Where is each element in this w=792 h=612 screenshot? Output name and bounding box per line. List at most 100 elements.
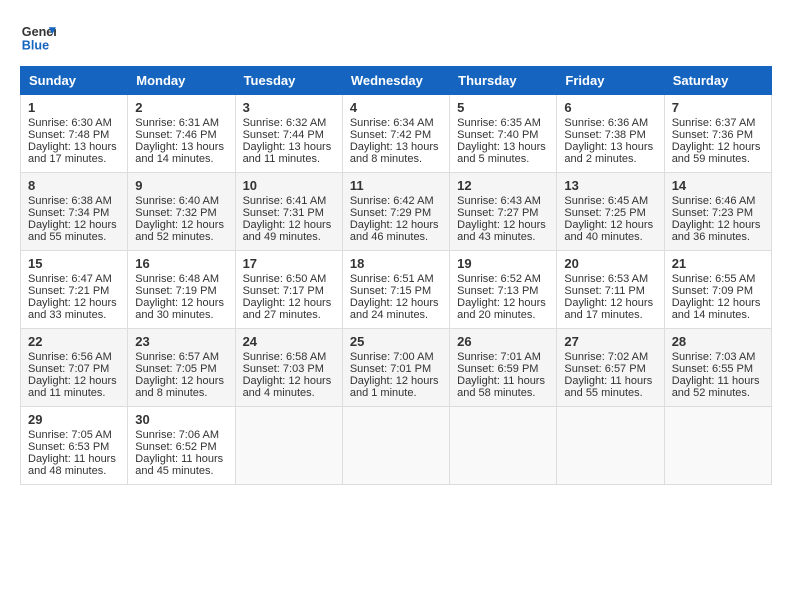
sunset: Sunset: 7:23 PM <box>672 207 753 219</box>
daylight-label: Daylight: 13 hours and 11 minutes. <box>243 141 332 165</box>
sunset: Sunset: 6:52 PM <box>135 441 216 453</box>
daylight-label: Daylight: 11 hours and 45 minutes. <box>135 453 223 477</box>
day-cell-21: 21 Sunrise: 6:55 AM Sunset: 7:09 PM Dayl… <box>664 251 771 329</box>
sunset: Sunset: 7:44 PM <box>243 129 324 141</box>
daylight-label: Daylight: 12 hours and 59 minutes. <box>672 141 761 165</box>
header-friday: Friday <box>557 67 664 95</box>
week-row: 15 Sunrise: 6:47 AM Sunset: 7:21 PM Dayl… <box>21 251 772 329</box>
day-number: 8 <box>28 178 120 193</box>
sunrise: Sunrise: 6:46 AM <box>672 195 756 207</box>
day-number: 7 <box>672 100 764 115</box>
header-tuesday: Tuesday <box>235 67 342 95</box>
svg-text:Blue: Blue <box>22 39 49 53</box>
header-thursday: Thursday <box>450 67 557 95</box>
sunset: Sunset: 7:29 PM <box>350 207 431 219</box>
daylight-label: Daylight: 12 hours and 52 minutes. <box>135 219 224 243</box>
day-number: 19 <box>457 256 549 271</box>
sunrise: Sunrise: 6:40 AM <box>135 195 219 207</box>
daylight-label: Daylight: 13 hours and 8 minutes. <box>350 141 439 165</box>
sunset: Sunset: 7:48 PM <box>28 129 109 141</box>
sunrise: Sunrise: 6:58 AM <box>243 351 327 363</box>
header-monday: Monday <box>128 67 235 95</box>
day-number: 15 <box>28 256 120 271</box>
day-number: 28 <box>672 334 764 349</box>
sunset: Sunset: 7:19 PM <box>135 285 216 297</box>
sunrise: Sunrise: 6:35 AM <box>457 117 541 129</box>
sunrise: Sunrise: 6:48 AM <box>135 273 219 285</box>
day-cell-16: 16 Sunrise: 6:48 AM Sunset: 7:19 PM Dayl… <box>128 251 235 329</box>
sunrise: Sunrise: 7:03 AM <box>672 351 756 363</box>
day-cell-25: 25 Sunrise: 7:00 AM Sunset: 7:01 PM Dayl… <box>342 329 449 407</box>
sunset: Sunset: 7:34 PM <box>28 207 109 219</box>
sunrise: Sunrise: 6:38 AM <box>28 195 112 207</box>
day-number: 27 <box>564 334 656 349</box>
day-number: 24 <box>243 334 335 349</box>
daylight-label: Daylight: 12 hours and 1 minute. <box>350 375 439 399</box>
week-row: 8 Sunrise: 6:38 AM Sunset: 7:34 PM Dayli… <box>21 173 772 251</box>
day-cell-28: 28 Sunrise: 7:03 AM Sunset: 6:55 PM Dayl… <box>664 329 771 407</box>
sunrise: Sunrise: 6:42 AM <box>350 195 434 207</box>
sunset: Sunset: 7:46 PM <box>135 129 216 141</box>
day-cell-1: 1 Sunrise: 6:30 AM Sunset: 7:48 PM Dayli… <box>21 95 128 173</box>
day-cell-8: 8 Sunrise: 6:38 AM Sunset: 7:34 PM Dayli… <box>21 173 128 251</box>
daylight-label: Daylight: 12 hours and 49 minutes. <box>243 219 332 243</box>
daylight-label: Daylight: 12 hours and 30 minutes. <box>135 297 224 321</box>
day-number: 12 <box>457 178 549 193</box>
daylight-label: Daylight: 12 hours and 36 minutes. <box>672 219 761 243</box>
day-number: 3 <box>243 100 335 115</box>
calendar-table: Sunday Monday Tuesday Wednesday Thursday… <box>20 66 772 485</box>
day-cell-29: 29 Sunrise: 7:05 AM Sunset: 6:53 PM Dayl… <box>21 407 128 485</box>
sunset: Sunset: 6:59 PM <box>457 363 538 375</box>
page-header: General Blue <box>20 20 772 56</box>
daylight-label: Daylight: 12 hours and 33 minutes. <box>28 297 117 321</box>
sunset: Sunset: 7:03 PM <box>243 363 324 375</box>
sunset: Sunset: 7:31 PM <box>243 207 324 219</box>
day-number: 26 <box>457 334 549 349</box>
sunset: Sunset: 6:53 PM <box>28 441 109 453</box>
sunrise: Sunrise: 6:52 AM <box>457 273 541 285</box>
sunset: Sunset: 7:13 PM <box>457 285 538 297</box>
sunrise: Sunrise: 6:53 AM <box>564 273 648 285</box>
sunrise: Sunrise: 7:02 AM <box>564 351 648 363</box>
sunrise: Sunrise: 6:41 AM <box>243 195 327 207</box>
day-number: 16 <box>135 256 227 271</box>
sunrise: Sunrise: 6:56 AM <box>28 351 112 363</box>
day-cell-12: 12 Sunrise: 6:43 AM Sunset: 7:27 PM Dayl… <box>450 173 557 251</box>
day-cell-20: 20 Sunrise: 6:53 AM Sunset: 7:11 PM Dayl… <box>557 251 664 329</box>
sunrise: Sunrise: 6:43 AM <box>457 195 541 207</box>
daylight-label: Daylight: 12 hours and 24 minutes. <box>350 297 439 321</box>
sunrise: Sunrise: 6:31 AM <box>135 117 219 129</box>
sunrise: Sunrise: 7:01 AM <box>457 351 541 363</box>
sunrise: Sunrise: 6:37 AM <box>672 117 756 129</box>
daylight-label: Daylight: 11 hours and 48 minutes. <box>28 453 116 477</box>
day-number: 2 <box>135 100 227 115</box>
sunset: Sunset: 7:32 PM <box>135 207 216 219</box>
day-number: 10 <box>243 178 335 193</box>
week-row: 22 Sunrise: 6:56 AM Sunset: 7:07 PM Dayl… <box>21 329 772 407</box>
day-number: 13 <box>564 178 656 193</box>
day-cell-14: 14 Sunrise: 6:46 AM Sunset: 7:23 PM Dayl… <box>664 173 771 251</box>
sunrise: Sunrise: 6:57 AM <box>135 351 219 363</box>
sunset: Sunset: 7:40 PM <box>457 129 538 141</box>
sunrise: Sunrise: 6:45 AM <box>564 195 648 207</box>
sunset: Sunset: 7:09 PM <box>672 285 753 297</box>
day-cell-26: 26 Sunrise: 7:01 AM Sunset: 6:59 PM Dayl… <box>450 329 557 407</box>
sunset: Sunset: 7:27 PM <box>457 207 538 219</box>
day-cell-30: 30 Sunrise: 7:06 AM Sunset: 6:52 PM Dayl… <box>128 407 235 485</box>
daylight-label: Daylight: 12 hours and 27 minutes. <box>243 297 332 321</box>
daylight-label: Daylight: 13 hours and 17 minutes. <box>28 141 117 165</box>
daylight-label: Daylight: 13 hours and 2 minutes. <box>564 141 653 165</box>
day-number: 21 <box>672 256 764 271</box>
daylight-label: Daylight: 12 hours and 11 minutes. <box>28 375 117 399</box>
day-cell-3: 3 Sunrise: 6:32 AM Sunset: 7:44 PM Dayli… <box>235 95 342 173</box>
day-number: 5 <box>457 100 549 115</box>
daylight-label: Daylight: 12 hours and 8 minutes. <box>135 375 224 399</box>
sunset: Sunset: 6:57 PM <box>564 363 645 375</box>
daylight-label: Daylight: 11 hours and 55 minutes. <box>564 375 652 399</box>
day-number: 25 <box>350 334 442 349</box>
day-number: 18 <box>350 256 442 271</box>
daylight-label: Daylight: 13 hours and 14 minutes. <box>135 141 224 165</box>
day-number: 20 <box>564 256 656 271</box>
sunset: Sunset: 7:25 PM <box>564 207 645 219</box>
day-cell-19: 19 Sunrise: 6:52 AM Sunset: 7:13 PM Dayl… <box>450 251 557 329</box>
